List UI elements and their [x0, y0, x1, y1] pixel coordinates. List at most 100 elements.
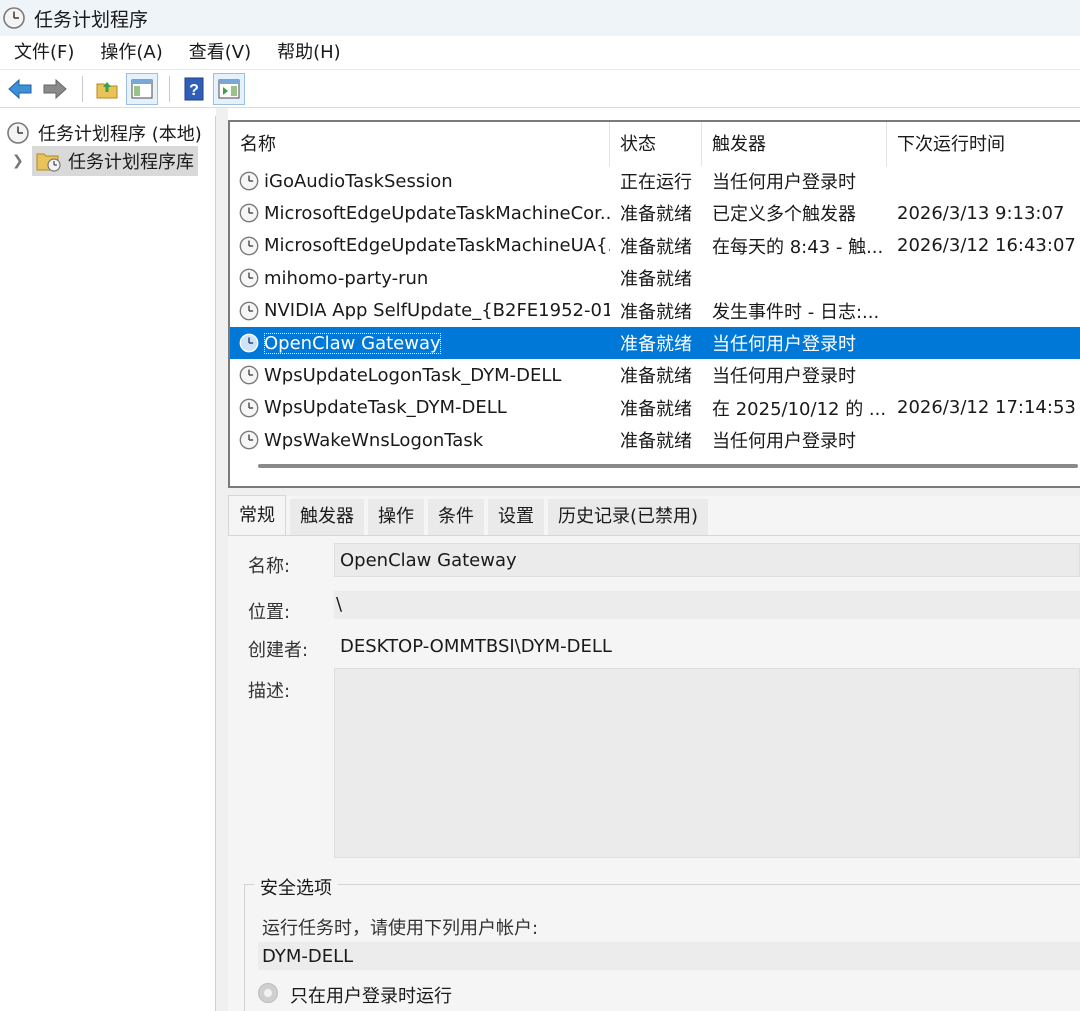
menu-view[interactable]: 查看(V) — [179, 36, 261, 70]
tab-conditions[interactable]: 条件 — [428, 499, 484, 535]
task-next-run: 2026/3/13 9:13:07 — [897, 202, 1065, 224]
task-name: MicrosoftEdgeUpdateTaskMachineUA{... — [264, 235, 610, 257]
task-name-cell[interactable]: WpsUpdateTask_DYM-DELL — [230, 397, 610, 419]
name-value: OpenClaw Gateway — [340, 550, 517, 571]
forward-button[interactable] — [39, 73, 71, 105]
clock-icon — [238, 267, 260, 289]
task-trigger: 当任何用户登录时 — [712, 172, 856, 193]
tab-history[interactable]: 历史记录(已禁用) — [548, 499, 709, 535]
tree-item-library-selected[interactable]: 任务计划程序库 — [32, 146, 198, 176]
run-as-value: DYM-DELL — [262, 946, 354, 967]
task-status: 准备就绪 — [620, 269, 692, 291]
table-row[interactable]: WpsWakeWnsLogonTask 准备就绪 当任何用户登录时 — [230, 424, 1080, 456]
task-trigger: 在每天的 8:43 - 触... — [712, 236, 884, 258]
task-name-cell[interactable]: MicrosoftEdgeUpdateTaskMachineCor... — [230, 202, 610, 224]
task-list: 名称 状态 触发器 下次运行时间 iGoAudioTaskSession 正在运行… — [228, 120, 1080, 488]
show-hide-tree-button[interactable] — [126, 72, 158, 105]
task-trigger: 当任何用户登录时 — [712, 366, 856, 388]
menu-bar: 文件(F) 操作(A) 查看(V) 帮助(H) — [0, 36, 1080, 70]
help-button[interactable]: ? — [178, 73, 210, 105]
radio-run-logged-on-only[interactable] — [258, 983, 278, 1003]
table-row[interactable]: mihomo-party-run 准备就绪 — [230, 262, 1080, 294]
pane-splitter[interactable] — [216, 108, 228, 1011]
tab-triggers[interactable]: 触发器 — [290, 499, 364, 535]
tree-root-item[interactable]: 任务计划程序 (本地) — [6, 120, 202, 146]
back-arrow-icon — [8, 78, 32, 99]
description-field[interactable] — [334, 668, 1080, 858]
folder-up-icon — [96, 81, 118, 98]
task-name-cell[interactable]: WpsWakeWnsLogonTask — [230, 429, 610, 451]
tree-root-label: 任务计划程序 (本地) — [38, 124, 202, 145]
up-folder-button[interactable] — [91, 73, 123, 105]
tree-item-library[interactable]: ❯ 任务计划程序库 — [12, 146, 198, 176]
task-name-cell[interactable]: MicrosoftEdgeUpdateTaskMachineUA{... — [230, 235, 610, 257]
table-row[interactable]: WpsUpdateLogonTask_DYM-DELL 准备就绪 当任何用户登录时 — [230, 359, 1080, 391]
task-name: MicrosoftEdgeUpdateTaskMachineCor... — [264, 202, 610, 224]
clock-icon — [238, 202, 260, 224]
show-hide-action-pane-button[interactable] — [213, 72, 245, 105]
tree-item-library-label: 任务计划程序库 — [68, 152, 194, 173]
show-hide-action-pane-icon — [218, 79, 240, 98]
task-name-cell[interactable]: mihomo-party-run — [230, 267, 610, 289]
task-status: 准备就绪 — [620, 301, 692, 323]
task-next-run: 2026/3/12 17:14:53 — [897, 397, 1076, 419]
horizontal-scrollbar[interactable] — [258, 464, 1078, 468]
task-status: 准备就绪 — [620, 398, 692, 420]
table-row[interactable]: OpenClaw Gateway 准备就绪 当任何用户登录时 — [230, 327, 1080, 359]
task-name-cell[interactable]: OpenClaw Gateway — [230, 332, 610, 354]
description-label: 描述: — [248, 681, 291, 702]
tab-settings[interactable]: 设置 — [488, 499, 544, 535]
tab-actions[interactable]: 操作 — [368, 499, 424, 535]
task-status: 准备就绪 — [620, 366, 692, 388]
task-name: WpsWakeWnsLogonTask — [264, 429, 484, 451]
toolbar: ? — [0, 70, 1080, 108]
column-header-status[interactable]: 状态 — [610, 122, 702, 166]
author-label: 创建者: — [248, 640, 309, 661]
navigation-tree: 任务计划程序 (本地) ❯ 任务计划程序库 — [0, 116, 216, 1011]
task-trigger: 当任何用户登录时 — [712, 431, 856, 453]
location-label: 位置: — [248, 602, 291, 623]
table-row[interactable]: MicrosoftEdgeUpdateTaskMachineUA{... 准备就绪… — [230, 230, 1080, 262]
clock-icon — [7, 122, 29, 144]
chevron-right-icon[interactable]: ❯ — [12, 153, 28, 169]
menu-action[interactable]: 操作(A) — [90, 36, 172, 70]
folder-clock-icon — [36, 153, 61, 172]
clock-icon — [238, 235, 260, 257]
column-header-name[interactable]: 名称 — [230, 122, 610, 166]
task-name-cell[interactable]: iGoAudioTaskSession — [230, 170, 610, 192]
pane-splitter-horizontal[interactable] — [228, 488, 1080, 496]
name-label: 名称: — [248, 556, 291, 577]
task-name: WpsUpdateLogonTask_DYM-DELL — [264, 364, 562, 386]
back-button[interactable] — [4, 73, 36, 105]
task-name: iGoAudioTaskSession — [264, 170, 453, 192]
clock-icon — [238, 397, 260, 419]
task-name-cell[interactable]: WpsUpdateLogonTask_DYM-DELL — [230, 364, 610, 386]
clock-icon — [3, 7, 25, 29]
task-trigger: 已定义多个触发器 — [712, 204, 856, 226]
column-header-trigger[interactable]: 触发器 — [702, 122, 887, 166]
task-name: mihomo-party-run — [264, 267, 429, 289]
task-status: 准备就绪 — [620, 204, 692, 226]
table-row[interactable]: NVIDIA App SelfUpdate_{B2FE1952-01... 准备就… — [230, 295, 1080, 327]
radio-run-logged-on-only-label: 只在用户登录时运行 — [290, 986, 452, 1007]
menu-help[interactable]: 帮助(H) — [267, 36, 351, 70]
table-row[interactable]: MicrosoftEdgeUpdateTaskMachineCor... 准备就绪… — [230, 197, 1080, 229]
task-list-header: 名称 状态 触发器 下次运行时间 — [230, 122, 1080, 166]
task-name: NVIDIA App SelfUpdate_{B2FE1952-01... — [264, 300, 610, 322]
location-value: \ — [336, 594, 343, 615]
column-header-next-run[interactable]: 下次运行时间 — [887, 122, 1080, 166]
table-row[interactable]: WpsUpdateTask_DYM-DELL 准备就绪在 2025/10/12 的… — [230, 392, 1080, 424]
help-icon: ? — [184, 77, 204, 100]
task-name-cell[interactable]: NVIDIA App SelfUpdate_{B2FE1952-01... — [230, 300, 610, 322]
task-status: 准备就绪 — [620, 431, 692, 453]
author-value: DESKTOP-OMMTBSI\DYM-DELL — [340, 636, 612, 657]
tab-general[interactable]: 常规 — [228, 495, 286, 535]
task-trigger: 当任何用户登录时 — [712, 334, 856, 355]
task-trigger: 在 2025/10/12 的 ... — [712, 398, 887, 420]
clock-icon — [238, 300, 260, 322]
menu-file[interactable]: 文件(F) — [4, 36, 84, 70]
task-status: 准备就绪 — [620, 236, 692, 258]
task-next-run: 2026/3/12 16:43:07 — [897, 235, 1076, 257]
clock-icon — [238, 332, 260, 354]
table-row[interactable]: iGoAudioTaskSession 正在运行 当任何用户登录时 — [230, 165, 1080, 197]
